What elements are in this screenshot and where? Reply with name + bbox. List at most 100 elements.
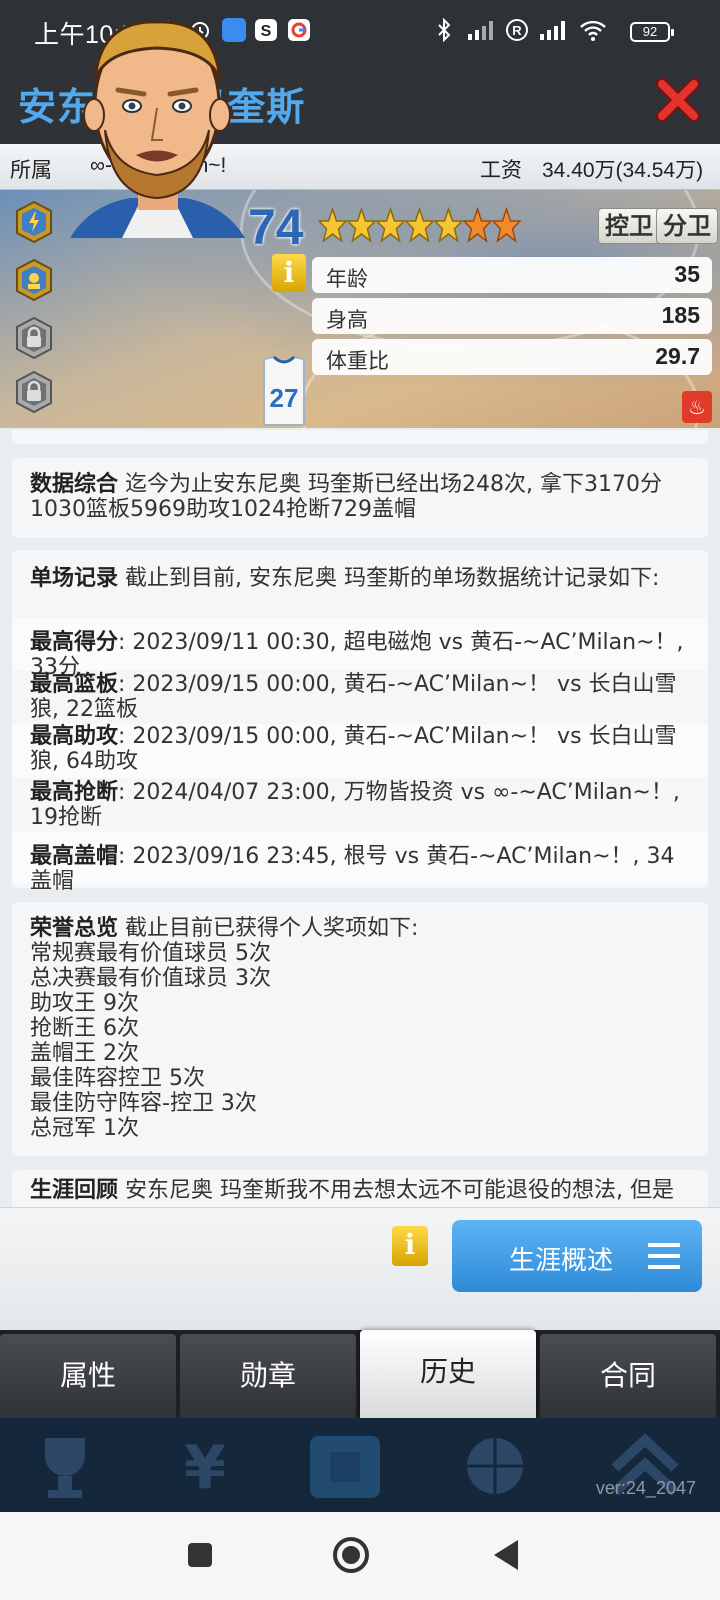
stat-row-height: 身高 185 xyxy=(312,298,712,334)
tab-medals[interactable]: 勋章 xyxy=(180,1334,356,1418)
honor-item: 总决赛最有价值球员 3次 xyxy=(30,966,271,991)
records-intro-line: 单场记录 截止到目前, 安东尼奥 玛奎斯的单场数据统计记录如下: xyxy=(30,566,690,591)
record-label: 最高抢断 xyxy=(30,780,119,805)
star-icon xyxy=(492,206,521,243)
record-label: 最高得分 xyxy=(30,630,119,655)
records-panel: 单场记录 截止到目前, 安东尼奥 玛奎斯的单场数据统计记录如下: 最高得分: 2… xyxy=(12,550,708,894)
record-label: 最高助攻 xyxy=(30,724,119,749)
badge-gold-icon[interactable] xyxy=(14,200,54,244)
career-overview-button[interactable]: 生涯概述 xyxy=(452,1220,702,1292)
honors-panel: 荣誉总览 截止目前已获得个人奖项如下: 常规赛最有价值球员 5次 总决赛最有价值… xyxy=(12,902,708,1156)
honor-item: 最佳阵容控卫 5次 xyxy=(30,1066,205,1091)
salary-value: 34.40万(34.54万) xyxy=(542,159,704,182)
position-tag-2: 分卫 xyxy=(656,208,718,244)
star-icon xyxy=(376,206,405,243)
summary-text: 迄今为止安东尼奥 玛奎斯已经出场248次, 拿下3170分1030篮板5969助… xyxy=(30,472,662,522)
tab-history[interactable]: 历史 xyxy=(360,1330,536,1418)
trophy-nav-icon[interactable] xyxy=(20,1428,110,1504)
locked-badge-icon[interactable] xyxy=(14,316,54,360)
locked-badge-icon[interactable] xyxy=(14,370,54,414)
star-icon xyxy=(318,206,347,243)
honors-intro: 截止目前已获得个人奖项如下: xyxy=(125,916,419,941)
menu-icon xyxy=(648,1243,680,1269)
records-heading: 单场记录 xyxy=(30,566,119,591)
tab-contract[interactable]: 合同 xyxy=(540,1334,716,1418)
player-avatar xyxy=(70,20,245,238)
stat-row-weight-ratio: 体重比 29.7 xyxy=(312,339,712,375)
info-icon[interactable]: i xyxy=(272,254,306,292)
history-scroll-area[interactable]: 数据综合 迄今为止安东尼奥 玛奎斯已经出场248次, 拿下3170分1030篮板… xyxy=(0,430,720,1210)
record-row: 最高得分: 2023/09/11 00:30, 超电磁炮 vs 黄石-~AC’M… xyxy=(12,618,708,680)
stat-value: 35 xyxy=(674,261,700,287)
honor-item: 总冠军 1次 xyxy=(30,1116,139,1141)
recents-square-icon[interactable] xyxy=(186,1541,214,1569)
fire-icon[interactable]: ♨ xyxy=(682,391,712,423)
honors-intro-line: 荣誉总览 截止目前已获得个人奖项如下: xyxy=(30,916,690,941)
info-icon[interactable]: i xyxy=(392,1226,428,1266)
tab-bar: 属性 勋章 历史 合同 xyxy=(0,1330,720,1418)
tab-attributes[interactable]: 属性 xyxy=(0,1334,176,1418)
record-row: 最高抢断: 2024/04/07 23:00, 万物皆投资 vs ∞-~AC’M… xyxy=(12,778,708,832)
summary-heading: 数据综合 xyxy=(30,472,119,497)
jersey-number: 27 xyxy=(270,383,299,413)
career-heading: 生涯回顾 xyxy=(30,1178,119,1203)
records-intro: 截止到目前, 安东尼奥 玛奎斯的单场数据统计记录如下: xyxy=(125,566,660,591)
ball-nav-icon[interactable] xyxy=(450,1428,540,1504)
signal-2-icon xyxy=(540,21,565,40)
jersey-icon: 27 xyxy=(263,355,305,426)
team-label: 所属 xyxy=(10,158,52,182)
svg-text:¥: ¥ xyxy=(184,1433,226,1503)
honor-item: 盖帽王 2次 xyxy=(30,1041,139,1066)
career-button-label: 生涯概述 xyxy=(509,1246,614,1276)
record-text: : 2023/09/15 00:00, 黄石-~AC’Milan~！ vs 长白… xyxy=(30,672,677,722)
battery-indicator: 92 xyxy=(630,22,674,42)
signal-icon xyxy=(468,21,493,40)
record-text: : 2023/09/16 23:45, 根号 vs 黄石-~AC’Milan~！… xyxy=(30,844,675,894)
record-label: 最高篮板 xyxy=(30,672,119,697)
record-label: 最高盖帽 xyxy=(30,844,119,869)
back-triangle-icon[interactable] xyxy=(492,1538,520,1572)
home-circle-icon[interactable] xyxy=(332,1536,370,1574)
record-row: 最高助攻: 2023/09/15 00:00, 黄石-~AC’Milan~！ v… xyxy=(12,724,708,778)
salary-label: 工资 xyxy=(480,158,522,182)
position-tag-1: 控卫 xyxy=(598,208,660,244)
version-label: ver:24_2047 xyxy=(595,1478,696,1498)
honors-heading: 荣誉总览 xyxy=(30,916,119,941)
career-panel-partial: 生涯回顾 安东尼奥 玛奎斯我不用去想太远不可能退役的想法, 但是 xyxy=(12,1170,708,1210)
google-icon xyxy=(288,19,310,41)
app-root: 上午10:56 S R 92 安东尼奥 玛奎斯 所属 ∞-~AC’Milan~!… xyxy=(0,0,720,1600)
stat-row-age: 年龄 35 xyxy=(312,257,712,293)
system-nav-bar xyxy=(0,1512,720,1600)
s-app-icon: S xyxy=(255,19,277,41)
close-icon[interactable] xyxy=(654,76,702,124)
stat-label: 年龄 xyxy=(326,267,368,291)
record-text: : 2023/09/15 00:00, 黄石-~AC’Milan~！ vs 长白… xyxy=(30,724,677,774)
stat-label: 身高 xyxy=(326,308,368,332)
badge-silver-icon[interactable] xyxy=(14,258,54,302)
action-bar: i 生涯概述 xyxy=(0,1207,720,1330)
star-rating xyxy=(318,203,521,249)
star-icon xyxy=(463,206,492,243)
money-nav-icon[interactable]: ¥ xyxy=(160,1428,250,1504)
record-row: 最高盖帽: 2023/09/16 23:45, 根号 vs 黄石-~AC’Mil… xyxy=(12,832,708,894)
overall-rating: 74 xyxy=(248,199,304,255)
stat-label: 体重比 xyxy=(326,349,389,373)
stat-value: 185 xyxy=(661,302,700,328)
star-icon xyxy=(347,206,376,243)
previous-panel-edge xyxy=(12,430,708,444)
honor-item: 最佳防守阵容-控卫 3次 xyxy=(30,1091,257,1116)
record-row: 最高篮板: 2023/09/15 00:00, 黄石-~AC’Milan~！ v… xyxy=(12,670,708,724)
honor-item: 抢断王 6次 xyxy=(30,1016,139,1041)
bluetooth-icon xyxy=(438,18,451,42)
summary-panel: 数据综合 迄今为止安东尼奥 玛奎斯已经出场248次, 拿下3170分1030篮板… xyxy=(12,458,708,538)
record-text: : 2024/04/07 23:00, 万物皆投资 vs ∞-~AC’Milan… xyxy=(30,780,680,830)
team-nav-icon[interactable] xyxy=(300,1428,390,1504)
stat-value: 29.7 xyxy=(655,343,700,369)
honor-item: 助攻王 9次 xyxy=(30,991,139,1016)
career-text: 安东尼奥 玛奎斯我不用去想太远不可能退役的想法, 但是 xyxy=(125,1178,674,1203)
wifi-icon xyxy=(580,20,606,41)
svg-text:R: R xyxy=(512,23,522,38)
honor-item: 常规赛最有价值球员 5次 xyxy=(30,941,271,966)
star-icon xyxy=(434,206,463,243)
star-icon xyxy=(405,206,434,243)
